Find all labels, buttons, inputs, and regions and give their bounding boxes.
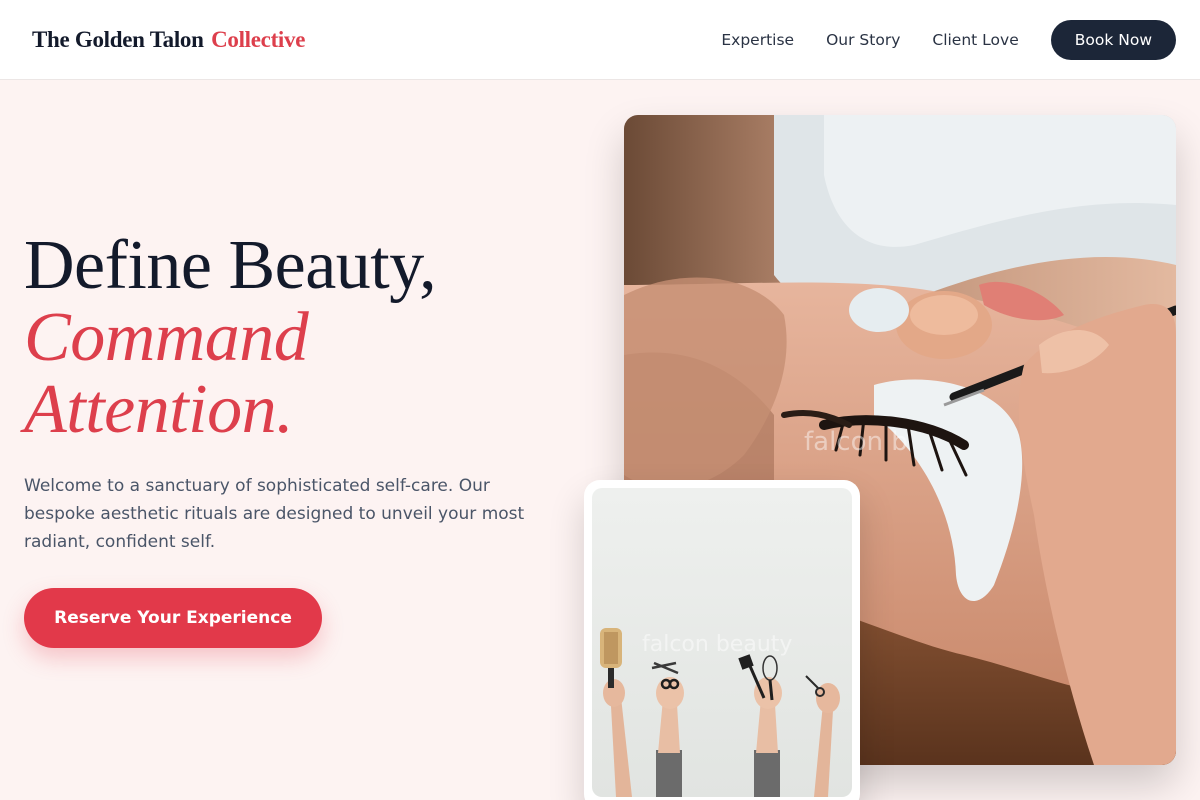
hero-title-line1: Define Beauty, [24,227,437,304]
reserve-experience-button[interactable]: Reserve Your Experience [24,588,322,648]
hero-title-line3: Attention. [24,371,294,448]
main-image-watermark: falcon b [804,427,908,457]
nav-link-our-story[interactable]: Our Story [826,31,900,49]
site-header: The Golden Talon Collective Expertise Ou… [0,0,1200,80]
brand-name: The Golden Talon [32,26,204,52]
secondary-image-watermark: falcon beauty [642,632,792,657]
brand-accent: Collective [211,26,306,52]
brand-logo[interactable]: The Golden Talon Collective [32,27,305,53]
nav-link-expertise[interactable]: Expertise [721,31,794,49]
salon-tools-illustration: falcon beauty [592,488,852,797]
hero-subtitle: Welcome to a sanctuary of sophisticated … [24,476,525,552]
book-now-button[interactable]: Book Now [1050,19,1176,60]
main-nav: Expertise Our Story Client Love Book Now [721,19,1176,60]
hero-title-line2: Command [24,299,309,376]
hero-title: Define Beauty, Command Attention. [24,230,584,446]
salon-tools-image: falcon beauty [592,488,852,797]
salon-tools-card: falcon beauty [584,480,860,800]
nav-link-client-love[interactable]: Client Love [932,31,1018,49]
